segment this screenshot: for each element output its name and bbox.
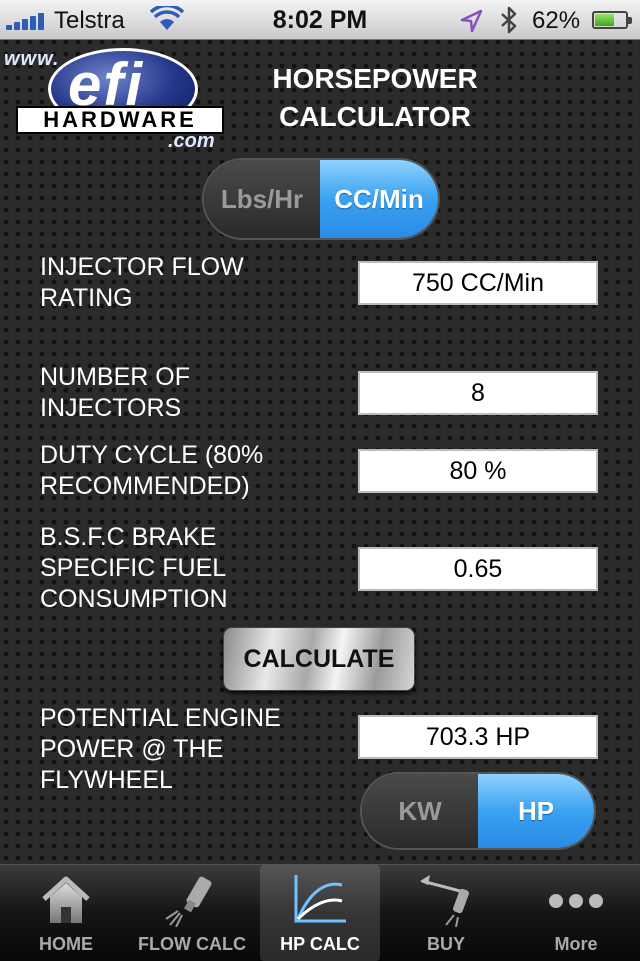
flow-unit-toggle[interactable]: Lbs/Hr CC/Min xyxy=(204,160,438,238)
page-title: HORSEPOWER CALCULATOR xyxy=(272,63,478,132)
duty-cycle-label: DUTY CYCLE (80% RECOMMENDED) xyxy=(40,441,264,500)
engine-power-output: 703.3 HP xyxy=(358,715,598,759)
injector-count-label: NUMBER OF INJECTORS xyxy=(40,363,190,422)
power-unit-toggle[interactable]: KW HP xyxy=(362,774,594,848)
unit-option-lbs-hr[interactable]: Lbs/Hr xyxy=(204,160,320,238)
tab-hp-calc[interactable]: HP CALC xyxy=(260,865,380,961)
battery-percent: 62% xyxy=(532,7,581,34)
tab-buy[interactable]: BUY xyxy=(386,865,506,961)
status-bar: Telstra 8:02 PM 62% xyxy=(0,0,640,40)
duty-cycle-input[interactable]: 80 % xyxy=(358,449,598,493)
injector-count-input[interactable]: 8 xyxy=(358,371,598,415)
home-icon xyxy=(42,876,90,923)
calculate-button[interactable]: CALCULATE xyxy=(224,628,414,690)
location-arrow-icon xyxy=(460,9,482,33)
tab-more[interactable]: More xyxy=(516,865,636,961)
unit-option-cc-min[interactable]: CC/Min xyxy=(320,160,438,238)
graph-icon xyxy=(294,875,346,923)
tab-flow-calc[interactable]: FLOW CALC xyxy=(130,865,254,961)
tab-home[interactable]: HOME xyxy=(6,865,126,961)
injector-icon xyxy=(165,876,212,927)
unit-option-hp[interactable]: HP xyxy=(478,774,594,848)
bsfc-input[interactable]: 0.65 xyxy=(358,547,598,591)
bsfc-label: B.S.F.C BRAKE SPECIFIC FUEL CONSUMPTION xyxy=(40,523,228,613)
injector-flow-label: INJECTOR FLOW RATING xyxy=(40,253,244,312)
tab-bar: HOME FLOW CALC HP CALC BUY More xyxy=(0,864,640,961)
engine-power-label: POTENTIAL ENGINE POWER @ THE FLYWHEEL xyxy=(40,704,281,794)
battery-icon xyxy=(592,11,632,29)
injector-flow-input[interactable]: 750 CC/Min xyxy=(358,261,598,305)
unit-option-kw[interactable]: KW xyxy=(362,774,478,848)
bluetooth-icon xyxy=(501,6,517,34)
efi-hardware-logo: www. efi HARDWARE .com xyxy=(4,44,226,156)
more-icon xyxy=(549,894,603,908)
buy-icon xyxy=(420,875,469,927)
